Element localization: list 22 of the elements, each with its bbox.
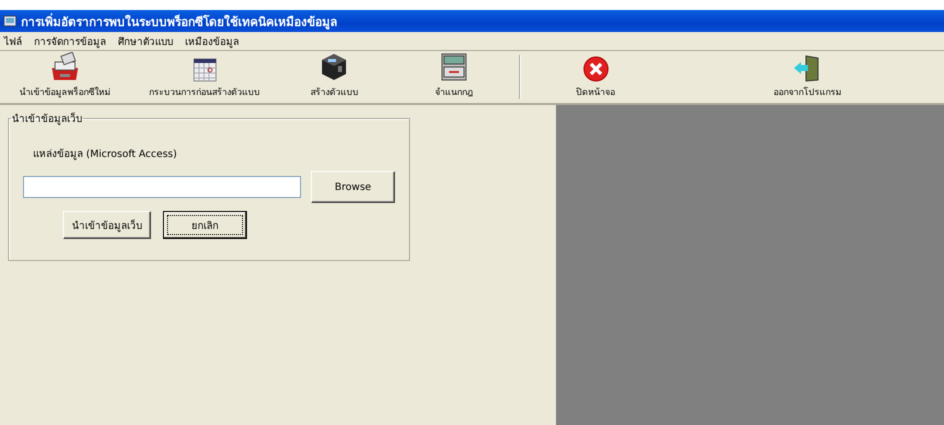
browse-button[interactable]: Browse — [311, 171, 395, 203]
menu-item[interactable]: เหมืองข้อมูล — [185, 34, 239, 48]
window-title: การเพิ่มอัตราการพบในระบบพร็อกซีโดยใช้เทคนิคเหมืองข้อมูล — [21, 12, 337, 30]
toolbar-button[interactable]: ออกจากโปรแกรม — [670, 51, 944, 103]
toolbar-button[interactable]: จำแนกกฎ — [389, 51, 519, 103]
app-icon — [3, 15, 17, 27]
cube-icon — [320, 52, 348, 82]
menu-item[interactable]: การจัดการข้อมูล — [34, 34, 106, 48]
file-cabinet-icon — [440, 52, 468, 82]
toolbar-button[interactable]: กระบวนการก่อนสร้างตัวแบบ — [130, 51, 280, 103]
toolbar-button[interactable]: นำเข้าข้อมูลพร็อกซีใหม่ — [0, 51, 130, 103]
toolbar-button[interactable]: ปิดหน้าจอ — [520, 51, 671, 103]
close-icon — [582, 56, 609, 82]
toolbar-button[interactable]: สร้างตัวแบบ — [279, 51, 390, 103]
source-path-field[interactable] — [23, 176, 301, 198]
menu-item[interactable]: ศึกษาตัวแบบ — [118, 34, 173, 48]
source-label: แหล่งข้อมูล (Microsoft Access) — [33, 148, 178, 161]
dialog-button[interactable]: นำเข้าข้อมูลเว็บ — [63, 211, 151, 239]
group-title: นำเข้าข้อมูลเว็บ — [11, 111, 83, 126]
menu-item[interactable]: ไฟล์ — [4, 34, 22, 48]
dialog-button[interactable]: ยกเลิก — [163, 211, 247, 239]
calendar-icon — [192, 58, 217, 82]
